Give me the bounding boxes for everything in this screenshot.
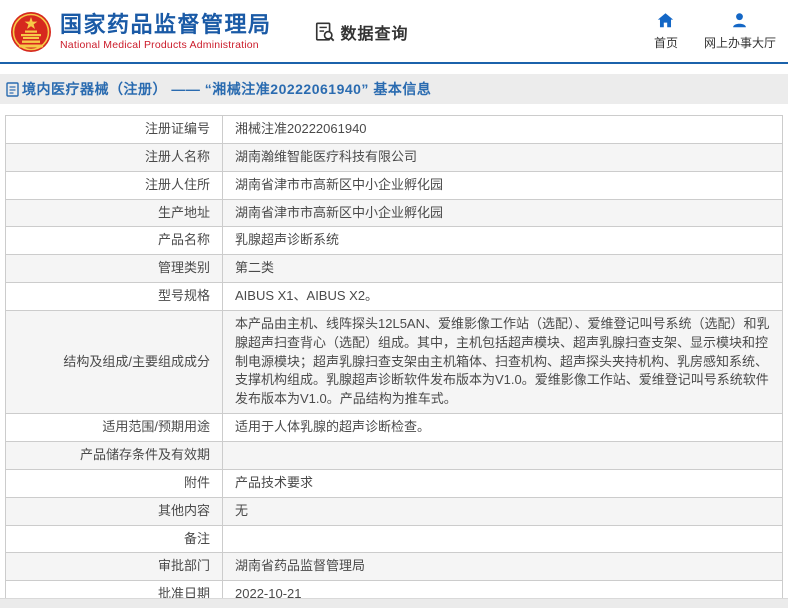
table-row: 适用范围/预期用途 适用于人体乳腺的超声诊断检查。 [6, 414, 783, 442]
document-icon [6, 82, 19, 97]
table-row: 审批部门 湖南省药品监督管理局 [6, 553, 783, 581]
row-label: 注册人名称 [6, 143, 223, 171]
row-label-text: 型号规格 [158, 288, 210, 303]
row-label-text: 结构及组成/主要组成成分 [63, 354, 210, 369]
nav-home-label: 首页 [654, 34, 678, 51]
row-value [223, 441, 783, 469]
row-value-text: 乳腺超声诊断系统 [235, 232, 339, 247]
table-row: 产品储存条件及有效期 [6, 441, 783, 469]
data-search-icon [314, 21, 336, 43]
agency-title-block: 国家药品监督管理局 National Medical Products Admi… [60, 12, 272, 51]
row-label: 备注 [6, 525, 223, 553]
row-label-text: 产品名称 [158, 232, 210, 247]
table-row: 附件 产品技术要求 [6, 469, 783, 497]
page-header: 国家药品监督管理局 National Medical Products Admi… [0, 0, 788, 62]
row-value-text: 湖南省津市市高新区中小企业孵化园 [235, 205, 443, 220]
footer-strip [0, 598, 788, 608]
user-icon [731, 12, 748, 29]
row-label: 管理类别 [6, 255, 223, 283]
row-value-text: 湘械注准20222061940 [235, 121, 367, 136]
home-icon [657, 12, 674, 29]
row-label-text: 产品储存条件及有效期 [80, 447, 210, 462]
row-label-text: 其他内容 [158, 503, 210, 518]
row-value: 湖南瀚维智能医疗科技有限公司 [223, 143, 783, 171]
row-value: 本产品由主机、线阵探头12L5AN、爱维影像工作站（选配）、爱维登记叫号系统（选… [223, 310, 783, 413]
row-value-text: 无 [235, 503, 248, 518]
row-label-text: 生产地址 [158, 205, 210, 220]
row-value-text: 适用于人体乳腺的超声诊断检查。 [235, 419, 430, 434]
row-label: 产品名称 [6, 227, 223, 255]
row-label: 结构及组成/主要组成成分 [6, 310, 223, 413]
row-label-text: 适用范围/预期用途 [102, 419, 210, 434]
row-value-text: AIBUS X1、AIBUS X2。 [235, 288, 378, 303]
table-row: 产品名称 乳腺超声诊断系统 [6, 227, 783, 255]
row-label: 注册证编号 [6, 116, 223, 144]
row-value: 湖南省津市市高新区中小企业孵化园 [223, 199, 783, 227]
table-row: 其他内容 无 [6, 497, 783, 525]
row-label: 生产地址 [6, 199, 223, 227]
row-label-text: 注册证编号 [145, 121, 210, 136]
row-label-text: 审批部门 [158, 558, 210, 573]
table-row: 结构及组成/主要组成成分 本产品由主机、线阵探头12L5AN、爱维影像工作站（选配… [6, 310, 783, 413]
row-value-text: 湖南省药品监督管理局 [235, 558, 365, 573]
row-value-text: 湖南瀚维智能医疗科技有限公司 [235, 149, 417, 164]
row-label-text: 附件 [184, 475, 210, 490]
info-table-body: 注册证编号湘械注准20222061940注册人名称湖南瀚维智能医疗科技有限公司注… [6, 116, 783, 608]
header-nav: 首页 网上办事大厅 [654, 12, 776, 51]
row-label-text: 备注 [184, 531, 210, 546]
agency-name-cn: 国家药品监督管理局 [60, 12, 272, 38]
row-value: AIBUS X1、AIBUS X2。 [223, 283, 783, 311]
registration-info-table-wrap: 注册证编号湘械注准20222061940注册人名称湖南瀚维智能医疗科技有限公司注… [0, 115, 788, 608]
row-label: 审批部门 [6, 553, 223, 581]
spacer [0, 64, 788, 74]
row-label: 其他内容 [6, 497, 223, 525]
table-row: 注册人住所 湖南省津市市高新区中小企业孵化园 [6, 171, 783, 199]
row-label: 产品储存条件及有效期 [6, 441, 223, 469]
breadcrumb-text: 境内医疗器械（注册） —— “湘械注准20222061940” 基本信息 [22, 79, 431, 99]
row-label: 注册人住所 [6, 171, 223, 199]
nav-home[interactable]: 首页 [654, 12, 678, 51]
row-value: 湖南省津市市高新区中小企业孵化园 [223, 171, 783, 199]
nav-service-hall-label: 网上办事大厅 [704, 34, 776, 51]
row-value: 湖南省药品监督管理局 [223, 553, 783, 581]
agency-name-en: National Medical Products Administration [60, 39, 272, 51]
table-row: 注册证编号 湘械注准20222061940 [6, 116, 783, 144]
nav-service-hall[interactable]: 网上办事大厅 [704, 12, 776, 51]
row-value-text: 本产品由主机、线阵探头12L5AN、爱维影像工作站（选配）、爱维登记叫号系统（选… [235, 316, 769, 406]
row-label: 型号规格 [6, 283, 223, 311]
data-query-label: 数据查询 [341, 20, 409, 44]
registration-info-table: 注册证编号湘械注准20222061940注册人名称湖南瀚维智能医疗科技有限公司注… [5, 115, 783, 608]
row-value: 适用于人体乳腺的超声诊断检查。 [223, 414, 783, 442]
table-row: 生产地址 湖南省津市市高新区中小企业孵化园 [6, 199, 783, 227]
row-value: 无 [223, 497, 783, 525]
row-value-text: 产品技术要求 [235, 475, 313, 490]
breadcrumb: 境内医疗器械（注册） —— “湘械注准20222061940” 基本信息 [0, 74, 788, 104]
spacer [0, 104, 788, 115]
row-value: 乳腺超声诊断系统 [223, 227, 783, 255]
national-emblem-icon [10, 10, 52, 56]
table-row: 型号规格 AIBUS X1、AIBUS X2。 [6, 283, 783, 311]
row-value: 湘械注准20222061940 [223, 116, 783, 144]
table-row: 注册人名称 湖南瀚维智能医疗科技有限公司 [6, 143, 783, 171]
row-value: 第二类 [223, 255, 783, 283]
table-row: 管理类别 第二类 [6, 255, 783, 283]
row-value: 产品技术要求 [223, 469, 783, 497]
row-value-text: 第二类 [235, 260, 274, 275]
table-row: 备注 [6, 525, 783, 553]
row-label: 附件 [6, 469, 223, 497]
row-label-text: 注册人住所 [145, 177, 210, 192]
row-label-text: 管理类别 [158, 260, 210, 275]
row-label-text: 注册人名称 [145, 149, 210, 164]
row-label: 适用范围/预期用途 [6, 414, 223, 442]
row-value [223, 525, 783, 553]
row-value-text: 湖南省津市市高新区中小企业孵化园 [235, 177, 443, 192]
data-query-section: 数据查询 [314, 20, 409, 44]
